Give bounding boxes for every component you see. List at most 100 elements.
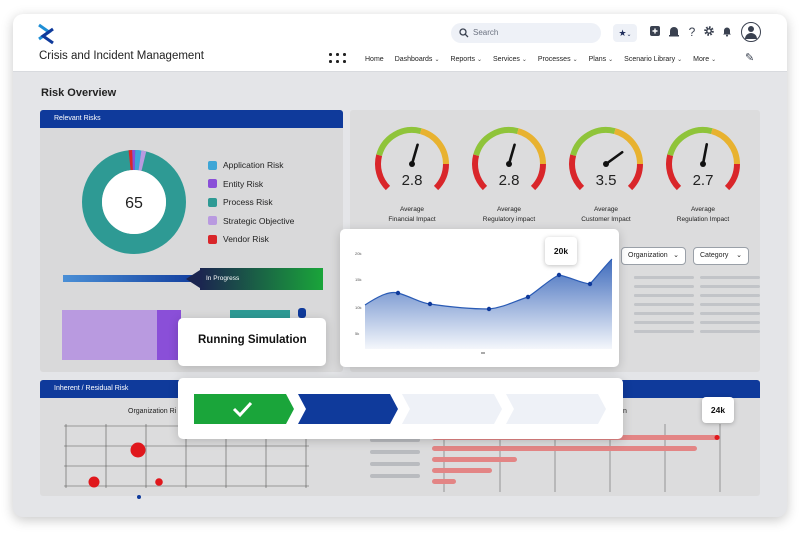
- nav-item-label: Reports: [450, 55, 475, 63]
- placeholder-line: [634, 294, 694, 297]
- chevron-down-icon: ⌄: [673, 252, 679, 259]
- relevant-risks-header: Relevant Risks: [40, 110, 343, 128]
- organization-filter-label: Organization: [628, 252, 668, 259]
- risk-legend: Application Risk Entity Risk Process Risk S…: [208, 156, 294, 249]
- gauge-arc-segment: [570, 127, 616, 157]
- logo-icon[interactable]: [37, 23, 55, 45]
- chevron-down-icon: ⌄: [677, 56, 683, 63]
- nav-item-processes[interactable]: Processes ⌄: [538, 56, 578, 63]
- gauge-dial: [375, 127, 449, 191]
- nav-item-reports[interactable]: Reports ⌄: [450, 56, 482, 63]
- gauge-hub: [603, 161, 609, 167]
- chevron-down-icon: ⌄: [521, 56, 527, 63]
- favorites-button[interactable]: ★⌄: [613, 24, 637, 42]
- stepper-step-pending[interactable]: [402, 394, 502, 424]
- gauge-label-line2: Financial Impact: [388, 216, 436, 223]
- simulation-card: Running Simulation: [178, 318, 326, 366]
- gauge-label-line2: Regulation Impact: [676, 216, 730, 223]
- data-point[interactable]: [486, 306, 492, 312]
- legend-item[interactable]: Strategic Objective: [208, 212, 294, 231]
- placeholder-line: [634, 303, 694, 306]
- incident-icon[interactable]: [667, 25, 681, 39]
- bar-item[interactable]: [432, 479, 456, 484]
- gauge-label: Average Customer Impact: [561, 205, 651, 225]
- gauge-arc-segment: [516, 128, 546, 165]
- placeholder-line: [634, 285, 694, 288]
- chevron-down-icon: ⌄: [626, 32, 632, 38]
- placeholder-line: [634, 330, 694, 333]
- scatter-point[interactable]: [137, 495, 141, 499]
- simulation-stepper: [194, 394, 606, 424]
- stepper-step-active[interactable]: [298, 394, 398, 424]
- data-point[interactable]: [395, 290, 401, 296]
- add-icon[interactable]: [648, 25, 662, 39]
- data-point[interactable]: [587, 281, 593, 287]
- gauge-hub: [506, 161, 512, 167]
- stepper-step-pending[interactable]: [506, 394, 606, 424]
- data-point[interactable]: [525, 294, 531, 300]
- scatter-point[interactable]: [155, 478, 163, 486]
- legend-label: Entity Risk: [223, 178, 264, 189]
- gauge-value: 3.5: [595, 172, 617, 189]
- bar-item[interactable]: [432, 446, 697, 451]
- nav-item-label: Home: [365, 55, 384, 63]
- main-nav: Home Dashboards ⌄ Reports ⌄ Services ⌄ Processe…: [365, 53, 716, 65]
- nav-item-label: Dashboards: [394, 55, 433, 63]
- area-chart: 20k 15k 10k 5k: [355, 251, 613, 354]
- legend-item[interactable]: Application Risk: [208, 156, 294, 175]
- search-input[interactable]: Search: [451, 23, 601, 43]
- organization-filter[interactable]: Organization ⌄: [621, 247, 686, 265]
- gear-icon[interactable]: [702, 25, 716, 39]
- help-icon[interactable]: ?: [685, 25, 699, 39]
- legend-swatch: [208, 179, 217, 189]
- gauge-value: 2.7: [692, 172, 714, 189]
- data-point[interactable]: [556, 272, 562, 278]
- nav-item-home[interactable]: Home: [365, 56, 384, 63]
- gauge-label-line1: Average: [496, 206, 522, 213]
- scatter-point[interactable]: [130, 442, 146, 458]
- y-tick-label: 10k: [355, 305, 361, 310]
- legend-label: Strategic Objective: [223, 215, 295, 226]
- gauge-hub: [700, 161, 706, 167]
- y-tick-label: 20k: [355, 251, 361, 256]
- category-filter[interactable]: Category ⌄: [693, 247, 749, 265]
- gauge-label-line1: Average: [399, 206, 425, 213]
- category-filter-label: Category: [700, 252, 729, 259]
- bell-icon[interactable]: [720, 25, 734, 39]
- legend-swatch: [208, 216, 217, 226]
- in-progress-bar[interactable]: In Progress: [200, 268, 323, 290]
- scatter-point[interactable]: [88, 476, 100, 488]
- placeholder-line: [634, 276, 694, 279]
- placeholder-line: [700, 312, 760, 315]
- gauge-label-line1: Average: [593, 206, 619, 213]
- bar-item[interactable]: [432, 468, 492, 473]
- top-bar: Crisis and Incident Management Search ★⌄…: [13, 14, 787, 72]
- pencil-icon[interactable]: ✎: [745, 51, 754, 64]
- nav-item-services[interactable]: Services ⌄: [493, 56, 527, 63]
- legend-item[interactable]: Process Risk: [208, 193, 294, 212]
- placeholder-line: [700, 276, 760, 279]
- bar-item[interactable]: [432, 457, 517, 462]
- gauge-needle: [604, 150, 624, 166]
- nav-item-more[interactable]: More ⌄: [693, 56, 716, 63]
- chevron-down-icon: ⌄: [608, 56, 614, 63]
- y-tick-label: 5k: [355, 331, 359, 336]
- area-chart-tooltip: 20k: [545, 237, 577, 265]
- data-point[interactable]: [427, 301, 433, 307]
- nav-item-scenario-library[interactable]: Scenario Library ⌄: [624, 56, 682, 63]
- nav-item-plans[interactable]: Plans ⌄: [589, 56, 614, 63]
- app-window: Crisis and Incident Management Search ★⌄…: [13, 14, 787, 517]
- placeholder-line: [700, 285, 760, 288]
- placeholder-line: [634, 321, 694, 324]
- legend-item[interactable]: Entity Risk: [208, 175, 294, 194]
- nav-item-dashboards[interactable]: Dashboards ⌄: [395, 56, 440, 63]
- placeholder-line: [700, 330, 760, 333]
- nav-item-label: Plans: [588, 55, 607, 63]
- gauge-value: 2.8: [401, 172, 423, 189]
- user-avatar[interactable]: [741, 22, 761, 42]
- legend-item[interactable]: Vendor Risk: [208, 230, 294, 249]
- grid-icon[interactable]: [329, 53, 347, 65]
- star-icon: ★: [618, 28, 627, 38]
- chevron-down-icon: ⌄: [736, 252, 742, 259]
- search-placeholder: Search: [473, 28, 499, 37]
